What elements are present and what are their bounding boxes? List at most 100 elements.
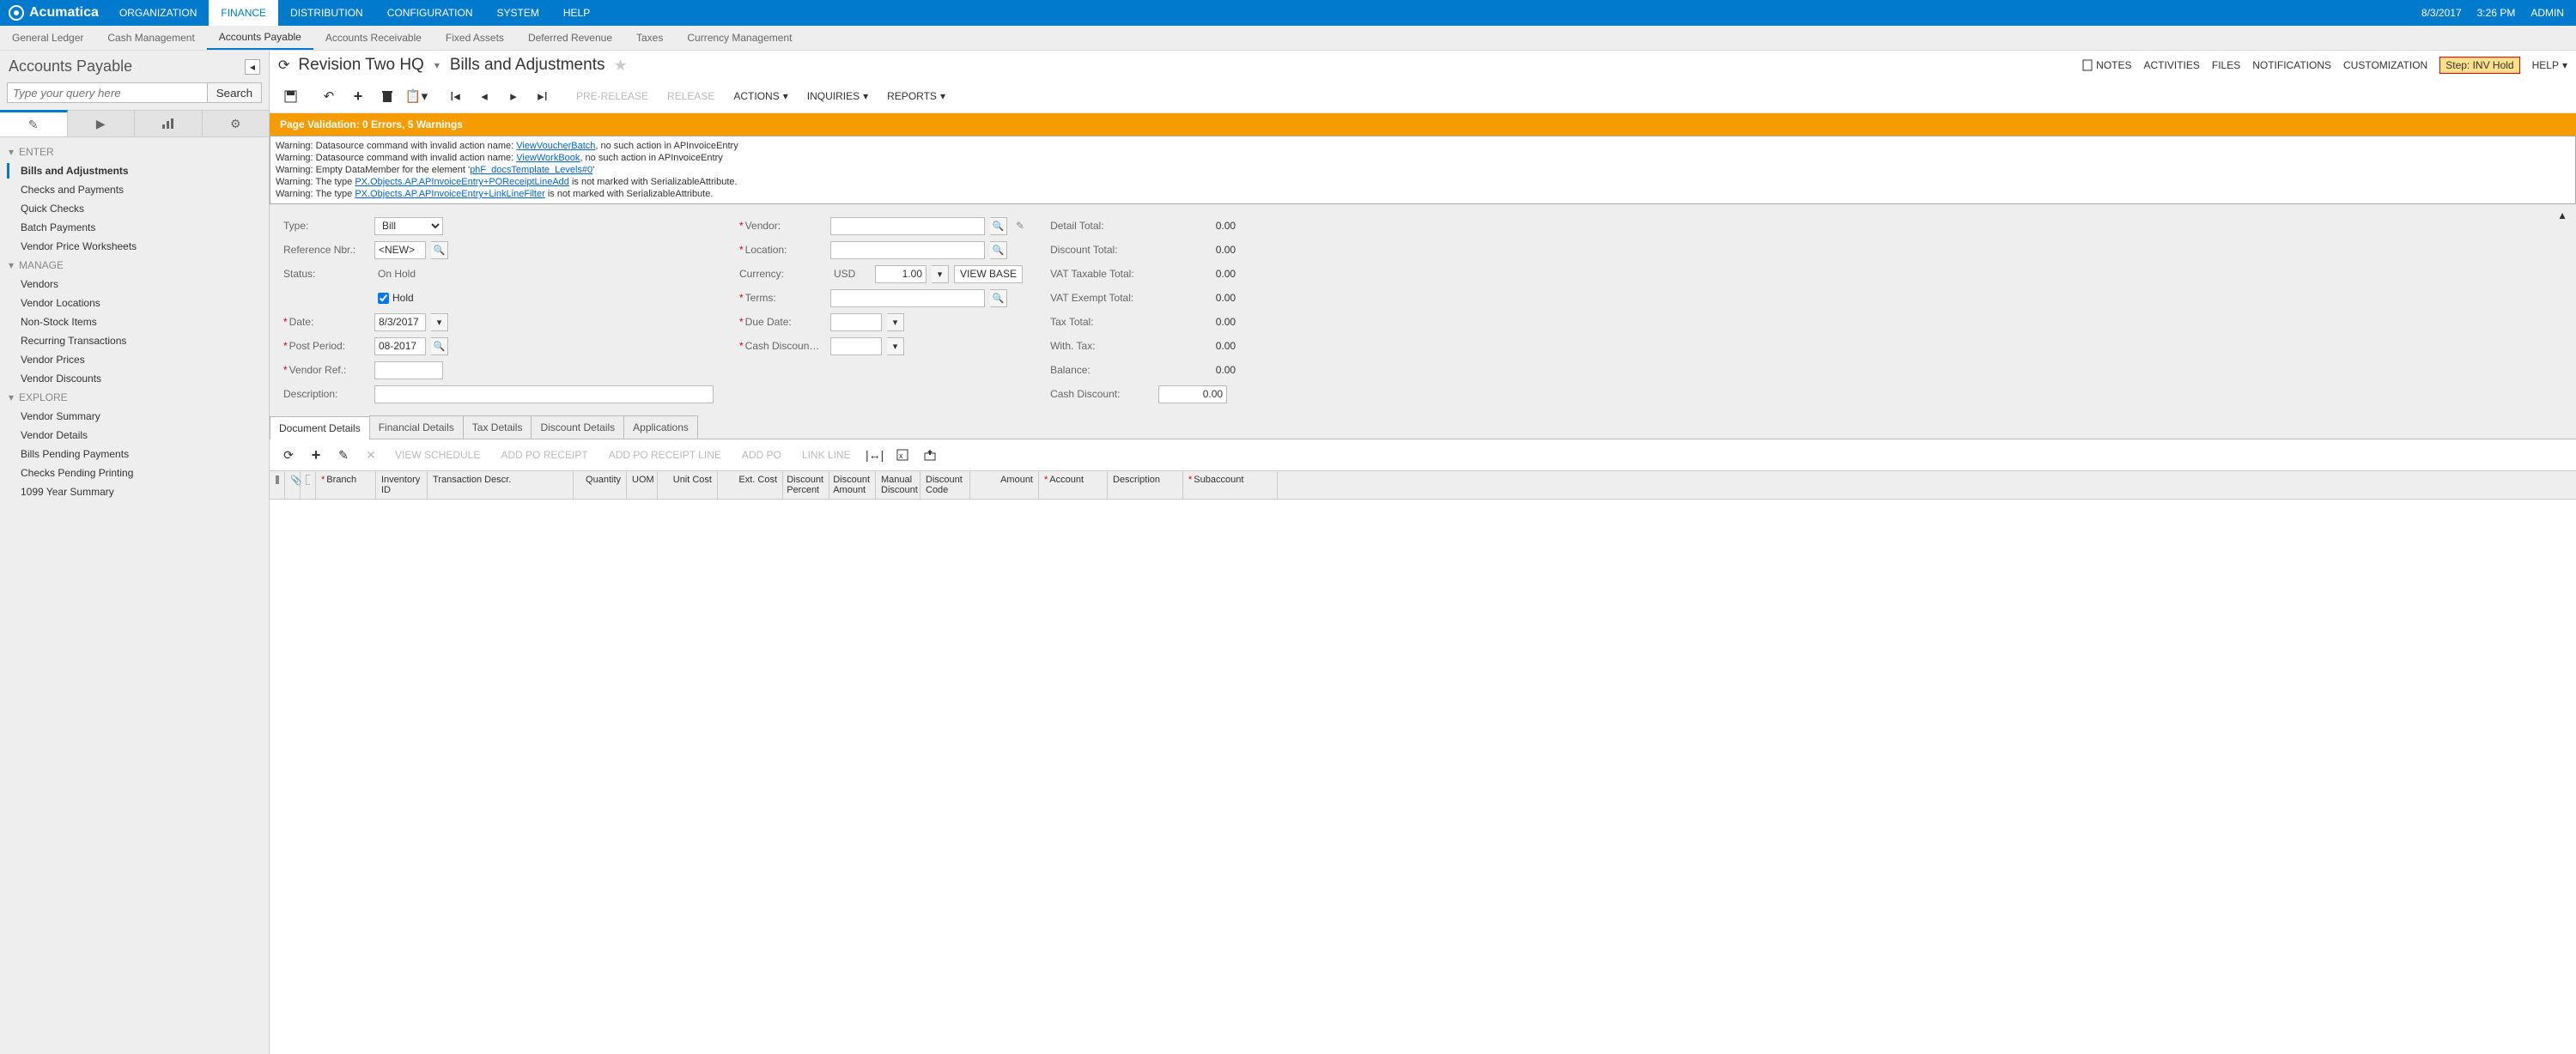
subnav-item[interactable]: Accounts Payable: [207, 26, 313, 50]
tree-item[interactable]: Quick Checks: [0, 199, 269, 218]
vendorref-input[interactable]: [374, 361, 443, 379]
subnav-item[interactable]: Taxes: [624, 26, 675, 50]
grid-col-header[interactable]: Transaction Descr.: [428, 471, 574, 499]
tree-item[interactable]: Non-Stock Items: [0, 312, 269, 331]
doc-tab[interactable]: Tax Details: [463, 415, 532, 439]
grid-export-button[interactable]: x: [890, 445, 914, 465]
left-tab-chart[interactable]: [135, 111, 203, 136]
grid-col-header[interactable]: Inventory ID: [376, 471, 428, 499]
cashdiscdate-picker[interactable]: ▾: [887, 337, 904, 355]
grid-col-header[interactable]: *Account: [1039, 471, 1108, 499]
grid-col-header[interactable]: Discount Percent: [783, 471, 829, 499]
description-input[interactable]: [374, 385, 714, 403]
reports-menu[interactable]: REPORTS▾: [880, 85, 952, 107]
type-select[interactable]: Bill: [374, 217, 443, 235]
grid-col-header[interactable]: Manual Discount: [876, 471, 920, 499]
warning-link[interactable]: ViewWorkBook: [516, 153, 580, 163]
left-tab-settings[interactable]: ⚙: [203, 111, 270, 136]
tree-item[interactable]: Checks and Payments: [0, 180, 269, 199]
breadcrumb-company[interactable]: Revision Two HQ: [298, 56, 423, 75]
tree-group[interactable]: ▾EXPLORE: [0, 388, 269, 407]
tree-item[interactable]: 1099 Year Summary: [0, 482, 269, 501]
tree-item[interactable]: Vendor Details: [0, 426, 269, 445]
header-user[interactable]: ADMIN: [2530, 7, 2564, 19]
postperiod-input[interactable]: [374, 337, 426, 355]
grid-col-header[interactable]: Ext. Cost: [718, 471, 783, 499]
hold-checkbox[interactable]: Hold: [374, 292, 414, 304]
tree-item[interactable]: Vendor Summary: [0, 407, 269, 426]
grid-col-header[interactable]: *Subaccount: [1183, 471, 1278, 499]
grid-add-button[interactable]: +: [304, 445, 328, 465]
tree-group[interactable]: ▾MANAGE: [0, 256, 269, 275]
topnav-system[interactable]: SYSTEM: [485, 0, 551, 26]
cashdisc-input[interactable]: [1158, 385, 1227, 403]
subnav-item[interactable]: Cash Management: [95, 26, 206, 50]
duedate-input[interactable]: [830, 313, 882, 331]
cashdiscdate-input[interactable]: [830, 337, 882, 355]
grid-col-header[interactable]: Unit Cost: [658, 471, 718, 499]
activities-button[interactable]: ACTIVITIES: [2144, 59, 2200, 71]
grid-upload-button[interactable]: [918, 445, 942, 465]
rate-dd[interactable]: ▾: [932, 265, 949, 283]
location-lookup[interactable]: 🔍: [990, 241, 1007, 259]
date-picker[interactable]: ▾: [431, 313, 448, 331]
grid-body[interactable]: [270, 500, 2576, 1054]
customization-button[interactable]: CUSTOMIZATION: [2343, 59, 2427, 71]
grid-col-header[interactable]: Discount Amount: [829, 471, 876, 499]
postperiod-lookup[interactable]: 🔍: [431, 337, 448, 355]
collapse-form-button[interactable]: ▲: [2557, 209, 2567, 221]
topnav-organization[interactable]: ORGANIZATION: [107, 0, 209, 26]
location-input[interactable]: [830, 241, 985, 259]
undo-button[interactable]: ↶: [317, 85, 341, 107]
vendor-lookup[interactable]: 🔍: [990, 217, 1007, 235]
chevron-down-icon[interactable]: ▾: [433, 59, 441, 71]
duedate-picker[interactable]: ▾: [887, 313, 904, 331]
grid-col-header[interactable]: Amount: [970, 471, 1039, 499]
grid-fit-button[interactable]: |↔|: [863, 445, 887, 465]
warning-link[interactable]: PX.Objects.AP.APInvoiceEntry+POReceiptLi…: [355, 177, 569, 187]
tree-item[interactable]: Vendor Price Worksheets: [0, 237, 269, 256]
save-button[interactable]: [278, 85, 302, 107]
delete-button[interactable]: [375, 85, 399, 107]
inquiries-menu[interactable]: INQUIRIES▾: [800, 85, 875, 107]
terms-input[interactable]: [830, 289, 985, 307]
doc-tab[interactable]: Document Details: [270, 416, 370, 439]
doc-tab[interactable]: Discount Details: [531, 415, 624, 439]
warning-link[interactable]: PX.Objects.AP.APInvoiceEntry+LinkLineFil…: [355, 189, 544, 199]
actions-menu[interactable]: ACTIONS▾: [726, 85, 794, 107]
grid-refresh-button[interactable]: ⟳: [276, 445, 301, 465]
tree-item[interactable]: Vendor Discounts: [0, 369, 269, 388]
left-tab-run[interactable]: ▶: [68, 111, 136, 136]
add-button[interactable]: +: [346, 85, 370, 107]
notes-button[interactable]: NOTES: [2082, 59, 2131, 71]
warning-link[interactable]: ViewVoucherBatch: [516, 141, 595, 151]
last-button[interactable]: ▸I: [531, 85, 555, 107]
doc-tab[interactable]: Applications: [623, 415, 698, 439]
left-tab-edit[interactable]: ✎: [0, 110, 68, 136]
subnav-item[interactable]: Currency Management: [675, 26, 804, 50]
clipboard-button[interactable]: 📋▾: [404, 85, 428, 107]
warning-link[interactable]: phF_docsTemplate_Levels#0: [470, 165, 592, 175]
grid-col-header[interactable]: *Branch: [316, 471, 376, 499]
favorite-star-icon[interactable]: ★: [613, 57, 627, 75]
notifications-button[interactable]: NOTIFICATIONS: [2252, 59, 2331, 71]
subnav-item[interactable]: General Ledger: [0, 26, 95, 50]
subnav-item[interactable]: Accounts Receivable: [313, 26, 434, 50]
refnbr-input[interactable]: [374, 241, 426, 259]
grid-col-header[interactable]: UOM: [627, 471, 658, 499]
help-button[interactable]: HELP ▾: [2532, 59, 2567, 71]
topnav-help[interactable]: HELP: [551, 0, 602, 26]
tree-group[interactable]: ▾ENTER: [0, 142, 269, 161]
tree-item[interactable]: Checks Pending Printing: [0, 463, 269, 482]
topnav-finance[interactable]: FINANCE: [209, 0, 278, 26]
tree-item[interactable]: Vendor Prices: [0, 350, 269, 369]
tree-item[interactable]: Recurring Transactions: [0, 331, 269, 350]
tree-item[interactable]: Vendor Locations: [0, 294, 269, 312]
prev-button[interactable]: ◂: [472, 85, 496, 107]
grid-col-header[interactable]: Discount Code: [920, 471, 970, 499]
tree-item[interactable]: Vendors: [0, 275, 269, 294]
grid-edit-button[interactable]: ✎: [331, 445, 355, 465]
subnav-item[interactable]: Fixed Assets: [434, 26, 516, 50]
brand-logo[interactable]: Acumatica: [0, 0, 107, 26]
tree-item[interactable]: Bills and Adjustments: [0, 161, 269, 180]
